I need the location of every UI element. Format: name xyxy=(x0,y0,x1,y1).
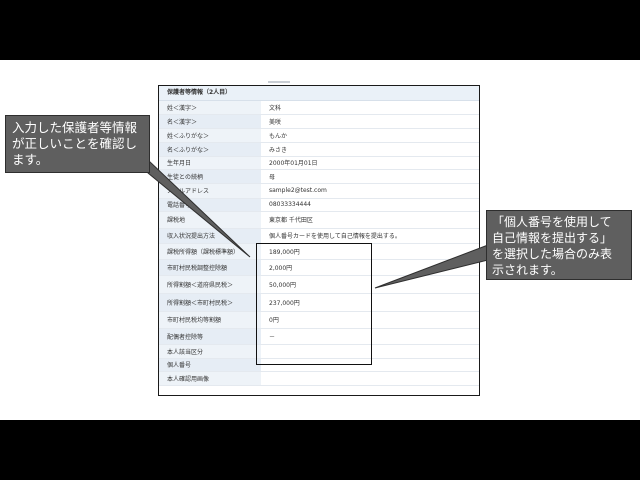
callout-line: 入力した保護者等情報 xyxy=(12,120,138,135)
slide: 保護者等情報（2人目） 姓＜漢字＞ 文科 名＜漢字＞ 美咲 姓＜ふりがな＞ もんか 名＜ふり… xyxy=(0,60,640,420)
callout-line: 示されます。 xyxy=(492,263,563,277)
callout-line: を選択した場合のみ表 xyxy=(492,247,613,261)
left-callout-pointer xyxy=(147,158,251,258)
callout-line: 自己情報を提出する」 xyxy=(492,231,613,245)
right-callout-pointer xyxy=(374,244,489,289)
callout-line: 「個人番号を使用して xyxy=(492,215,612,229)
callout-line: ます。 xyxy=(12,152,49,167)
confirm-info-callout: 入力した保護者等情報 が正しいことを確認し ます。 xyxy=(5,115,150,173)
callout-line: が正しいことを確認し xyxy=(12,136,138,151)
my-number-note-callout: 「個人番号を使用して 自己情報を提出する」 を選択した場合のみ表 示されます。 xyxy=(486,210,632,280)
